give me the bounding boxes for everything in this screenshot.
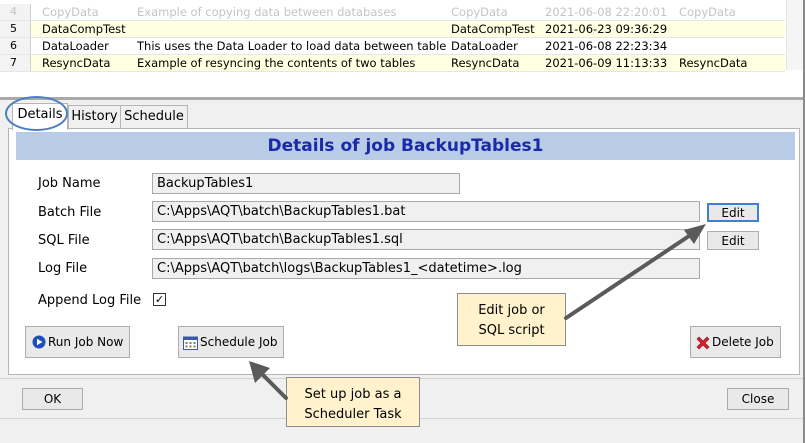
row-number: 5: [0, 21, 31, 37]
play-icon: [32, 335, 46, 349]
table-row[interactable]: 4 CopyData Example of copying data betwe…: [0, 4, 785, 21]
job-extra-cell: [679, 38, 779, 54]
callout-schedule-line2: Scheduler Task: [304, 407, 402, 422]
job-name-field[interactable]: BackupTables1: [152, 173, 460, 194]
sql-file-field[interactable]: C:\Apps\AQT\batch\BackupTables1.sql: [152, 229, 700, 250]
table-row[interactable]: 7 ResyncData Example of resyncing the co…: [0, 55, 785, 72]
delete-job-button[interactable]: Delete Job: [690, 326, 781, 358]
table-row[interactable]: 6 DataLoader This uses the Data Loader t…: [0, 38, 785, 55]
job-group-cell: DataCompTest: [451, 22, 535, 36]
job-date-cell: 2021-06-08 22:20:01: [545, 5, 668, 19]
job-group-cell: DataLoader: [451, 39, 518, 53]
edit-sql-button[interactable]: Edit: [707, 231, 759, 250]
job-name-cell: CopyData: [42, 5, 99, 19]
callout-edit-line2: SQL script: [478, 323, 545, 338]
job-date-cell: 2021-06-09 11:13:33: [545, 56, 668, 70]
job-name-label: Job Name: [38, 176, 101, 191]
job-name-cell: ResyncData: [42, 56, 111, 70]
job-extra-cell: CopyData: [679, 5, 736, 19]
sql-file-label: SQL File: [38, 233, 90, 248]
jobs-grid: 4 CopyData Example of copying data betwe…: [0, 0, 805, 98]
panel-splitter[interactable]: [0, 97, 805, 100]
job-group-cell: CopyData: [451, 5, 508, 19]
job-description-cell: This uses the Data Loader to load data b…: [137, 39, 447, 53]
job-description-cell: [137, 21, 447, 37]
row-number: 4: [0, 4, 31, 20]
tab-schedule[interactable]: Schedule: [120, 105, 188, 129]
append-log-label: Append Log File: [38, 293, 142, 308]
append-log-checkbox[interactable]: ✓: [153, 293, 166, 306]
log-file-field[interactable]: C:\Apps\AQT\batch\logs\BackupTables1_<da…: [152, 258, 700, 279]
schedule-job-button[interactable]: Schedule Job: [178, 326, 284, 358]
job-date-cell: 2021-06-08 22:23:34: [545, 39, 668, 53]
callout-edit-line1: Edit job or: [478, 303, 545, 318]
batch-file-label: Batch File: [38, 205, 102, 220]
details-title: Details of job BackupTables1: [16, 132, 795, 160]
job-name-cell: DataLoader: [42, 39, 109, 53]
row-number: 7: [0, 55, 31, 71]
tab-history[interactable]: History: [68, 105, 121, 129]
run-job-now-label: Run Job Now: [48, 335, 124, 349]
row-number: 6: [0, 38, 31, 54]
delete-job-label: Delete Job: [712, 335, 774, 349]
callout-schedule-line1: Set up job as a: [304, 387, 402, 402]
job-extra-cell: [679, 21, 779, 37]
highlight-ring: [5, 96, 68, 131]
run-job-now-button[interactable]: Run Job Now: [25, 326, 130, 358]
close-button[interactable]: Close: [727, 388, 789, 410]
job-extra-cell: ResyncData: [679, 56, 748, 70]
delete-x-icon: [695, 335, 711, 351]
job-description-cell: Example of resyncing the contents of two…: [137, 56, 416, 70]
callout-edit-job: Edit job or SQL script: [457, 293, 566, 346]
batch-file-field[interactable]: C:\Apps\AQT\batch\BackupTables1.bat: [152, 201, 700, 222]
table-row[interactable]: 5 DataCompTest DataCompTest 2021-06-23 0…: [0, 21, 785, 38]
job-date-cell: 2021-06-23 09:36:29: [545, 22, 668, 36]
log-file-label: Log File: [38, 261, 88, 276]
schedule-job-label: Schedule Job: [200, 335, 278, 349]
job-name-cell: DataCompTest: [42, 22, 126, 36]
job-group-cell: ResyncData: [451, 56, 520, 70]
edit-batch-button[interactable]: Edit: [707, 203, 759, 222]
job-description-cell: Example of copying data between database…: [137, 5, 397, 19]
calendar-icon: [183, 335, 198, 350]
ok-button[interactable]: OK: [22, 388, 83, 410]
callout-schedule-task: Set up job as a Scheduler Task: [286, 377, 420, 427]
